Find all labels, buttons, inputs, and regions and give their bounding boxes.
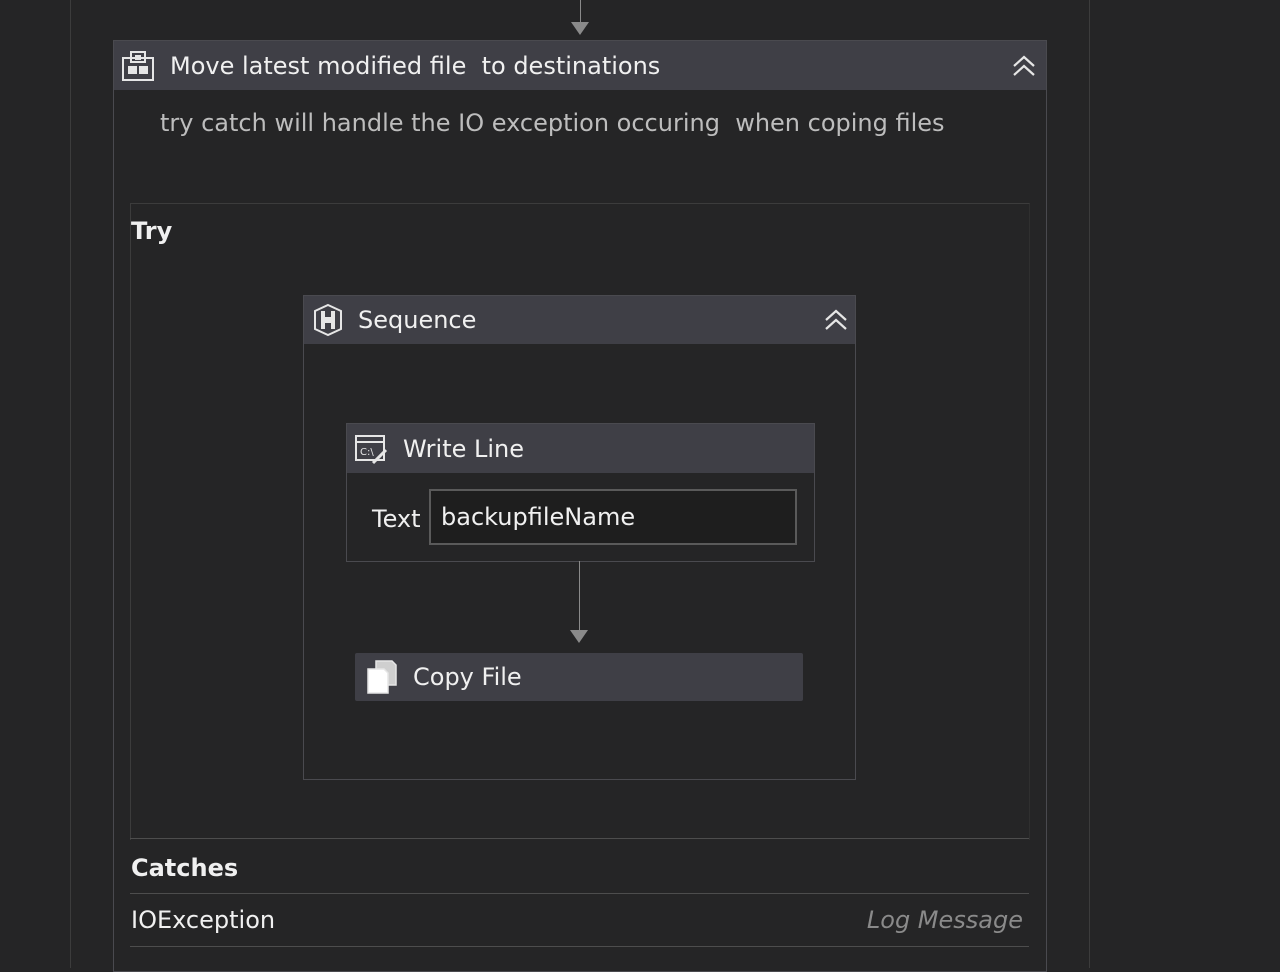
catches-divider bbox=[130, 893, 1029, 894]
connector-line bbox=[579, 561, 580, 633]
connector-arrow bbox=[571, 22, 589, 35]
sequence-icon bbox=[310, 302, 346, 338]
catches-divider bbox=[130, 838, 1029, 839]
trycatch-icon bbox=[120, 48, 156, 84]
collapse-icon[interactable] bbox=[822, 306, 850, 334]
annotation-text[interactable]: try catch will handle the IO exception o… bbox=[160, 109, 945, 137]
catches-label: Catches bbox=[131, 854, 239, 882]
catch-action-placeholder[interactable]: Log Message bbox=[867, 906, 1023, 934]
connector-arrow bbox=[570, 630, 588, 643]
copyfile-title: Copy File bbox=[413, 663, 522, 691]
sequence-title: Sequence bbox=[358, 306, 477, 334]
text-property-input[interactable]: backupfileName bbox=[429, 489, 797, 545]
text-property-label: Text bbox=[372, 505, 421, 533]
collapse-icon[interactable] bbox=[1010, 52, 1038, 80]
connector-line bbox=[580, 0, 581, 24]
copy-file-icon bbox=[365, 659, 399, 695]
trycatch-header[interactable]: Move latest modified file to destination… bbox=[114, 41, 1046, 90]
writeline-icon: C:\ bbox=[353, 431, 389, 467]
sequence-header[interactable]: Sequence bbox=[304, 296, 855, 344]
try-label: Try bbox=[131, 217, 173, 245]
copyfile-activity[interactable]: Copy File bbox=[355, 653, 803, 701]
catch-exception-type[interactable]: IOException bbox=[131, 906, 275, 934]
writeline-header[interactable]: C:\ Write Line bbox=[347, 424, 814, 473]
writeline-activity[interactable]: C:\ Write Line Text backupfileName bbox=[346, 423, 815, 562]
trycatch-title: Move latest modified file to destination… bbox=[170, 51, 661, 80]
writeline-title: Write Line bbox=[403, 434, 525, 463]
workflow-canvas[interactable]: Move latest modified file to destination… bbox=[0, 0, 1280, 972]
svg-text:C:\: C:\ bbox=[360, 447, 374, 458]
catch-row-divider bbox=[130, 946, 1029, 947]
